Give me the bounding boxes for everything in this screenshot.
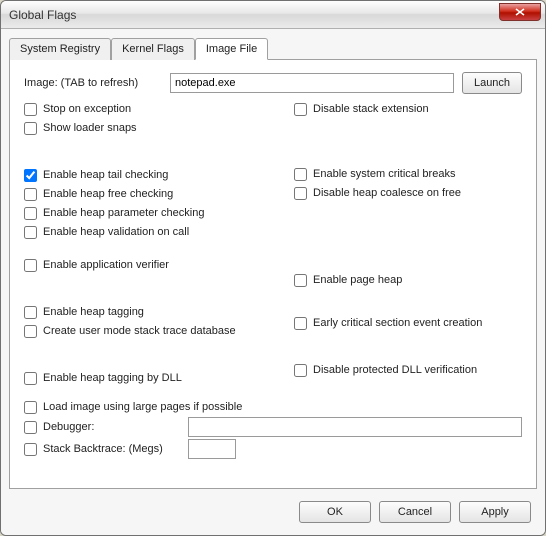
image-input[interactable] xyxy=(170,73,454,93)
bottom-group: Load image using large pages if possible… xyxy=(24,398,522,459)
tab-image-file[interactable]: Image File xyxy=(195,38,268,60)
chk-heap-tag-dll[interactable]: Enable heap tagging by DLL xyxy=(24,369,294,387)
chk-app-verifier-box[interactable] xyxy=(24,259,37,272)
chk-show-loader-snaps[interactable]: Show loader snaps xyxy=(24,119,294,137)
ok-button[interactable]: OK xyxy=(299,501,371,523)
window: Global Flags System Registry Kernel Flag… xyxy=(0,0,546,536)
chk-heap-param-box[interactable] xyxy=(24,207,37,220)
debugger-input[interactable] xyxy=(188,417,522,437)
chk-heap-tagging[interactable]: Enable heap tagging xyxy=(24,303,294,321)
chk-heap-free-box[interactable] xyxy=(24,188,37,201)
chk-stop-on-exception[interactable]: Stop on exception xyxy=(24,100,294,118)
chk-heap-tail[interactable]: Enable heap tail checking xyxy=(24,166,294,184)
stack-backtrace-input[interactable] xyxy=(188,439,236,459)
dialog-buttons: OK Cancel Apply xyxy=(299,501,531,523)
titlebar: Global Flags xyxy=(1,1,545,29)
tab-kernel-flags[interactable]: Kernel Flags xyxy=(111,38,195,60)
chk-heap-valid-box[interactable] xyxy=(24,226,37,239)
chk-sys-crit-breaks-box[interactable] xyxy=(294,168,307,181)
chk-large-pages-box[interactable] xyxy=(24,401,37,414)
chk-page-heap-box[interactable] xyxy=(294,274,307,287)
chk-sys-crit-breaks[interactable]: Enable system critical breaks xyxy=(294,165,514,183)
right-column: Disable stack extension Enable system cr… xyxy=(294,100,514,388)
chk-stack-backtrace-box[interactable] xyxy=(24,443,37,456)
chk-heap-free[interactable]: Enable heap free checking xyxy=(24,185,294,203)
tab-system-registry[interactable]: System Registry xyxy=(9,38,111,60)
image-row: Image: (TAB to refresh) Launch xyxy=(24,72,522,94)
chk-heap-tagging-box[interactable] xyxy=(24,306,37,319)
chk-heap-tag-dll-box[interactable] xyxy=(24,372,37,385)
chk-stack-backtrace[interactable]: Stack Backtrace: (Megs) xyxy=(24,440,184,458)
close-icon xyxy=(515,8,525,16)
chk-debugger-box[interactable] xyxy=(24,421,37,434)
columns: Stop on exception Show loader snaps Enab… xyxy=(24,100,522,388)
close-button[interactable] xyxy=(499,3,541,21)
chk-disable-dll-verif[interactable]: Disable protected DLL verification xyxy=(294,361,514,379)
chk-disable-stack-ext[interactable]: Disable stack extension xyxy=(294,100,514,118)
chk-large-pages[interactable]: Load image using large pages if possible xyxy=(24,398,522,416)
chk-heap-param[interactable]: Enable heap parameter checking xyxy=(24,204,294,222)
chk-heap-tail-box[interactable] xyxy=(24,169,37,182)
chk-disable-dll-verif-box[interactable] xyxy=(294,364,307,377)
chk-app-verifier[interactable]: Enable application verifier xyxy=(24,256,294,274)
chk-debugger[interactable]: Debugger: xyxy=(24,418,184,436)
chk-early-crit-box[interactable] xyxy=(294,317,307,330)
chk-show-loader-snaps-box[interactable] xyxy=(24,122,37,135)
cancel-button[interactable]: Cancel xyxy=(379,501,451,523)
chk-early-crit[interactable]: Early critical section event creation xyxy=(294,314,514,332)
chk-umdh-box[interactable] xyxy=(24,325,37,338)
apply-button[interactable]: Apply xyxy=(459,501,531,523)
chk-disable-stack-ext-box[interactable] xyxy=(294,103,307,116)
chk-heap-valid[interactable]: Enable heap validation on call xyxy=(24,223,294,241)
client-area: System Registry Kernel Flags Image File … xyxy=(1,29,545,535)
tab-strip: System Registry Kernel Flags Image File xyxy=(9,37,537,59)
chk-umdh[interactable]: Create user mode stack trace database xyxy=(24,322,294,340)
chk-disable-coalesce-box[interactable] xyxy=(294,187,307,200)
chk-page-heap[interactable]: Enable page heap xyxy=(294,271,514,289)
tab-panel-image-file: Image: (TAB to refresh) Launch Stop on e… xyxy=(9,59,537,489)
launch-button[interactable]: Launch xyxy=(462,72,522,94)
chk-stop-on-exception-box[interactable] xyxy=(24,103,37,116)
chk-disable-coalesce[interactable]: Disable heap coalesce on free xyxy=(294,184,514,202)
image-label: Image: (TAB to refresh) xyxy=(24,77,164,89)
left-column: Stop on exception Show loader snaps Enab… xyxy=(24,100,294,388)
window-title: Global Flags xyxy=(9,8,76,22)
